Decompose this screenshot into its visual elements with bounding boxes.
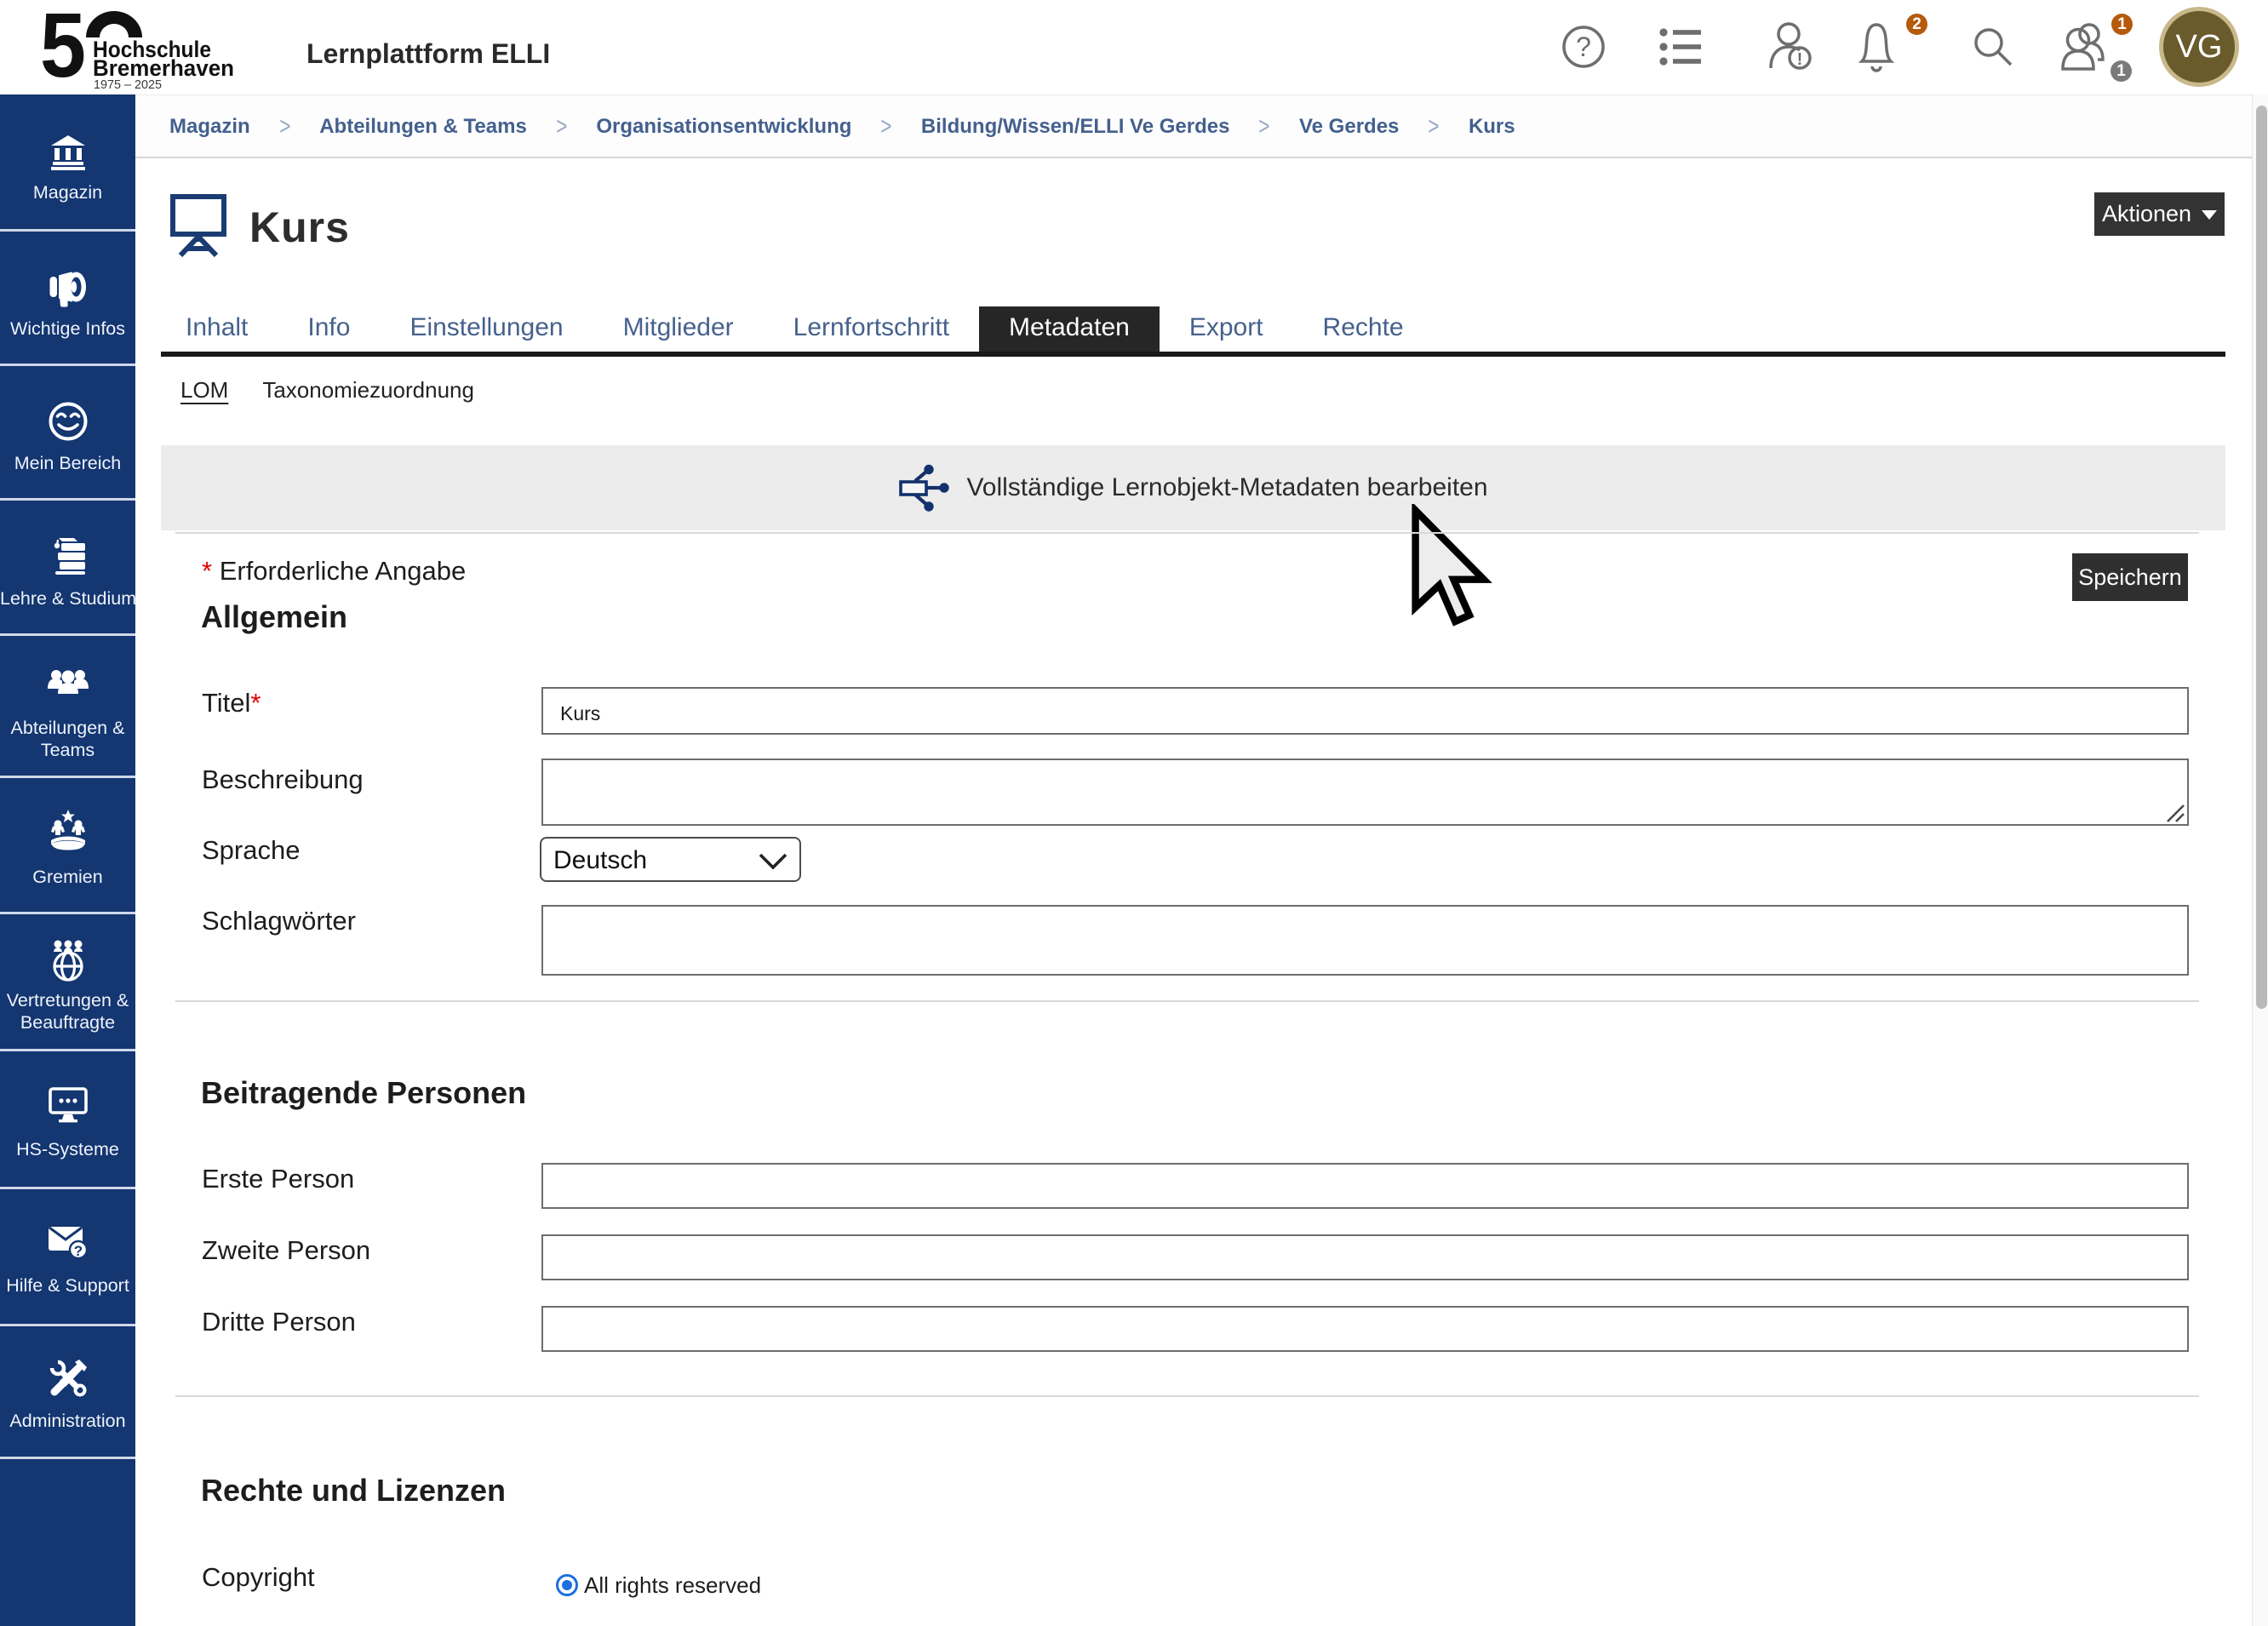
svg-text:?: ? [1576,31,1591,62]
svg-text:1975 – 2025: 1975 – 2025 [94,77,162,90]
svg-text:?: ? [73,1243,82,1259]
svg-text:5: 5 [40,5,86,90]
svg-text:!: ! [1797,50,1803,69]
